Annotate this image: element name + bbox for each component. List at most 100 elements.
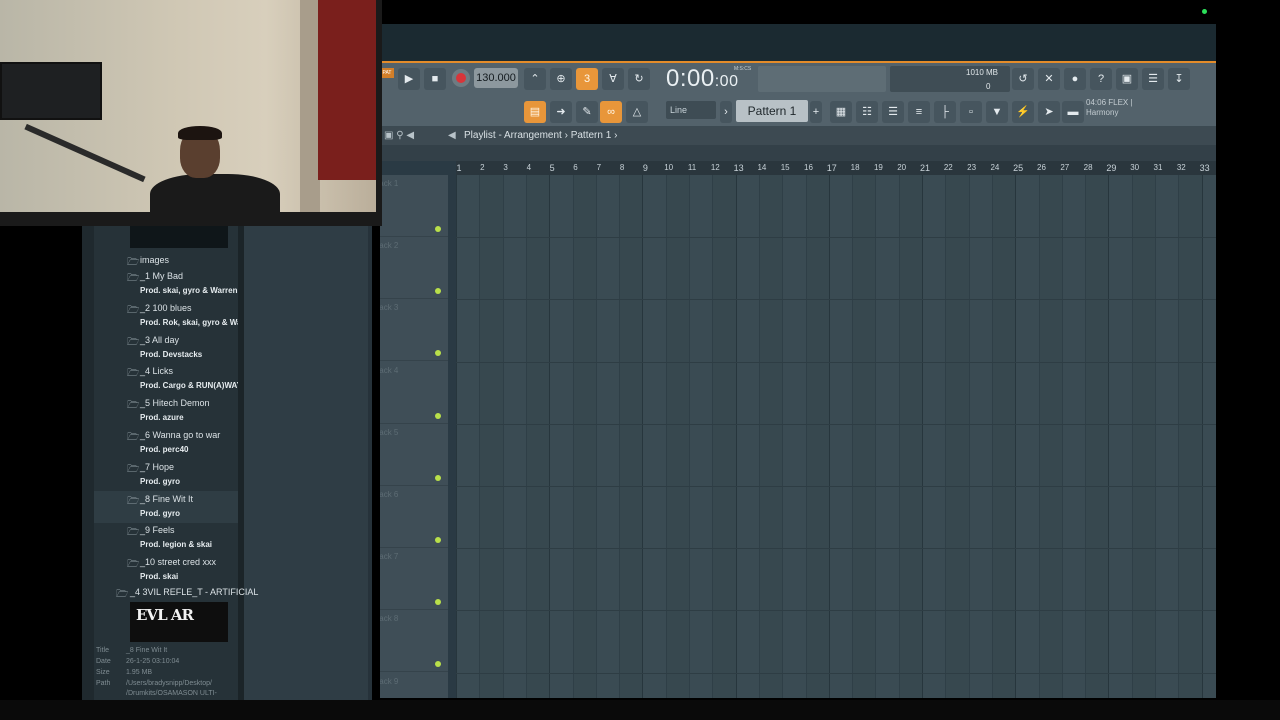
- track-mute-led[interactable]: [435, 412, 441, 419]
- grid-line: [1155, 175, 1156, 698]
- browser-tree-icon[interactable]: ├: [934, 101, 956, 123]
- browser-item[interactable]: 🗁 _4 Licks Prod. Cargo & RUN(A)WAY: [94, 363, 238, 395]
- panel-divider[interactable]: [368, 224, 372, 700]
- browser-item[interactable]: 🗁 _3 All day Prod. Devstacks: [94, 332, 238, 364]
- browser-item[interactable]: 🗁 _9 Feels Prod. legion & skai: [94, 522, 238, 554]
- track-mute-led[interactable]: [435, 474, 441, 481]
- window-controls-icon[interactable]: ▣ ⚲ ◀: [384, 127, 414, 145]
- pat-song-toggle[interactable]: PAT: [380, 68, 394, 78]
- track-header[interactable]: Track 1: [380, 175, 448, 237]
- grid-row-line: [456, 361, 1216, 363]
- browser-item-images[interactable]: 🗁 images: [94, 252, 238, 268]
- browser-item[interactable]: 🗁 _6 Wanna go to war Prod. perc40: [94, 427, 238, 459]
- timeline-ruler[interactable]: 1 2 3 4 5 6 7 8 9 10 11 12 13 14 15 16 17 18 19 20 21 22 23 24 2…: [456, 161, 1216, 175]
- mixer-icon[interactable]: ☰: [1142, 68, 1164, 90]
- grid-line: [595, 175, 597, 698]
- track-header[interactable]: Track 6: [380, 486, 448, 548]
- track-mute-led[interactable]: [435, 350, 441, 357]
- playlist-subbar: [380, 145, 1216, 161]
- pattern-prev-icon[interactable]: ›: [720, 101, 732, 123]
- browser-item[interactable]: 🗁 _10 street cred xxx Prod. skai: [94, 554, 238, 586]
- record-button[interactable]: [452, 69, 470, 87]
- plug-icon[interactable]: ⚡: [1012, 101, 1034, 123]
- track-mute-led[interactable]: [435, 661, 441, 668]
- playlist-grid[interactable]: [456, 175, 1216, 698]
- metronome-icon[interactable]: ⌃: [524, 68, 546, 90]
- download-icon[interactable]: ↧: [1168, 68, 1190, 90]
- browser-item[interactable]: 🗁 _8 Fine Wit It Prod. gyro: [94, 490, 238, 523]
- browser-item[interactable]: 🗁 _5 Hitech Demon Prod. azure: [94, 395, 238, 427]
- grid-shade: [758, 175, 783, 698]
- blend-notes-icon[interactable]: ∀: [602, 68, 624, 90]
- track-header[interactable]: Track 4: [380, 362, 448, 424]
- browser-item[interactable]: 🗁 _2 100 blues Prod. Rok, skai, gyro & Wa: [94, 300, 238, 332]
- ruler-tick: 9: [642, 163, 648, 173]
- countdown-icon[interactable]: 3: [576, 68, 598, 90]
- track-mute-led[interactable]: [435, 226, 441, 232]
- info-date-label: Date: [96, 658, 111, 665]
- track-header[interactable]: Track 9: [380, 673, 448, 698]
- grid-row-line: [456, 672, 1216, 674]
- play-button[interactable]: ▶: [398, 68, 420, 90]
- browser-item-producer: Prod. azure: [140, 413, 184, 423]
- pattern-add-icon[interactable]: +: [810, 101, 822, 123]
- grid-line: [689, 175, 690, 698]
- snap-selector[interactable]: Line: [666, 101, 716, 119]
- grid-line: [805, 175, 807, 698]
- pencil-icon[interactable]: ✎: [576, 101, 598, 123]
- stamp-icon[interactable]: △: [626, 101, 648, 123]
- browser-item-name: _6 Wanna go to war: [140, 430, 221, 440]
- browser-item[interactable]: 🗁 _7 Hope Prod. gyro: [94, 459, 238, 491]
- channel-rack-icon[interactable]: ☰: [882, 101, 904, 123]
- grid-line: [898, 175, 900, 698]
- track-header[interactable]: Track 2: [380, 237, 448, 300]
- mixer-view-icon[interactable]: ≡: [908, 101, 930, 123]
- news-panel[interactable]: 04:06 FLEX | Harmony: [1086, 98, 1186, 124]
- pattern-selector[interactable]: Pattern 1: [736, 100, 808, 122]
- folder-icon: 🗁: [127, 463, 140, 475]
- browser-item[interactable]: 🗁 _1 My Bad Prod. skai, gyro & Warren H: [94, 268, 238, 300]
- track-mute-led[interactable]: [435, 599, 441, 606]
- track-header[interactable]: Track 3: [380, 299, 448, 362]
- shop-icon[interactable]: ▬: [1062, 101, 1084, 123]
- help-icon[interactable]: ?: [1090, 68, 1112, 90]
- grid-line: [642, 175, 644, 698]
- memory-readout: 1010 MB: [966, 68, 999, 77]
- folder-icon: 🗁: [127, 273, 140, 284]
- arrow-icon[interactable]: ➜: [550, 101, 572, 123]
- ruler-tick: 21: [919, 163, 931, 173]
- save-icon[interactable]: ▣: [1116, 68, 1138, 90]
- screen: PAT ▶ ■ 130.000 ⌃ ⊕ 3 ∀ ↻ 0:00:00 M:S:CS…: [0, 0, 1280, 720]
- ruler-tick: 19: [873, 163, 883, 172]
- playlist-view-icon[interactable]: ▤: [524, 101, 546, 123]
- ruler-tick: 4: [526, 163, 532, 172]
- bird-icon[interactable]: ➤: [1038, 101, 1060, 123]
- tempo-display[interactable]: 130.000: [474, 68, 518, 88]
- link-icon[interactable]: ∞: [600, 101, 622, 123]
- browser-item-name: _10 street cred xxx: [140, 557, 217, 568]
- playlist-title-bar[interactable]: ▣ ⚲ ◀ ◀ Playlist - Arrangement › Pattern…: [380, 127, 1216, 145]
- info-path-label: Path: [96, 680, 111, 687]
- tools-icon[interactable]: ✕: [1038, 68, 1060, 90]
- file-icon[interactable]: ▫: [960, 101, 982, 123]
- menu-arrow-icon[interactable]: ◀: [448, 127, 456, 145]
- playlist-icon[interactable]: ▦: [830, 101, 852, 123]
- ruler-tick: 1: [456, 163, 462, 173]
- browser-item-name: _8 Fine Wit It: [140, 493, 194, 504]
- plugin-icon[interactable]: ▼: [986, 101, 1008, 123]
- track-header[interactable]: Track 8: [380, 610, 448, 673]
- track-name: Track 2: [380, 241, 399, 251]
- track-header[interactable]: Track 5: [380, 424, 448, 486]
- loop-record-icon[interactable]: ↻: [628, 68, 650, 90]
- track-mute-led[interactable]: [435, 288, 441, 295]
- microphone-icon[interactable]: ●: [1064, 68, 1086, 90]
- undo-icon[interactable]: ↺: [1012, 68, 1034, 90]
- track-header[interactable]: Track 7: [380, 548, 448, 611]
- track-mute-led[interactable]: [435, 537, 441, 543]
- grid-shade: [712, 175, 736, 698]
- wait-input-icon[interactable]: ⊕: [550, 68, 572, 90]
- grid-line: [525, 175, 527, 698]
- browser-item-album[interactable]: 🗁 _4 3VIL REFLE_T - ARTIFICIAL: [94, 584, 258, 600]
- stop-button[interactable]: ■: [424, 68, 446, 90]
- piano-roll-icon[interactable]: ☷: [856, 101, 878, 123]
